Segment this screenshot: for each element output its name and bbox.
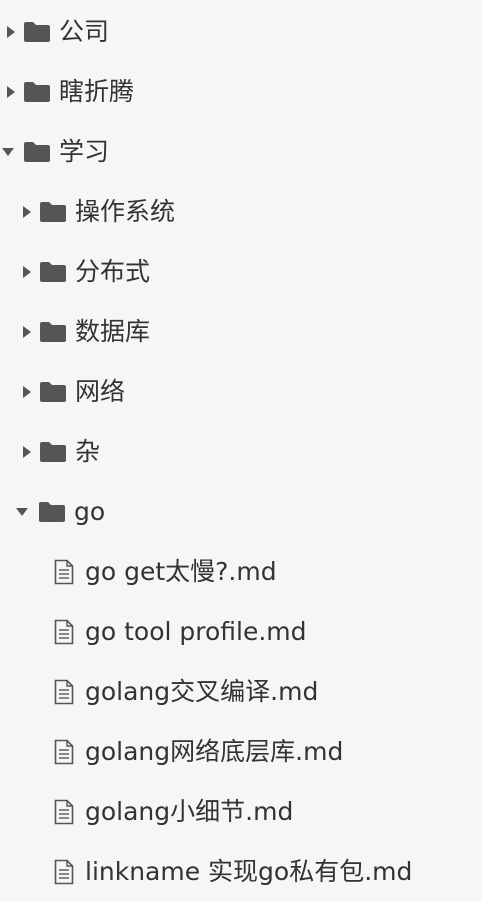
tree-item-label: 分布式 bbox=[75, 257, 151, 286]
file-icon bbox=[53, 798, 75, 826]
tree-item-company[interactable]: 公司 bbox=[0, 2, 482, 62]
tree-item-operating-systems[interactable]: 操作系统 bbox=[0, 182, 482, 242]
file-item-label: golang小细节.md bbox=[85, 797, 294, 826]
caret-right-icon[interactable] bbox=[20, 385, 34, 399]
file-item-label: go tool profile.md bbox=[85, 617, 307, 646]
folder-icon bbox=[39, 382, 67, 402]
tree-item-label: go bbox=[74, 497, 106, 526]
folder-icon bbox=[23, 142, 51, 162]
folder-icon bbox=[39, 202, 67, 222]
file-item[interactable]: golang小细节.md bbox=[0, 782, 482, 842]
file-item-label: go get太慢?.md bbox=[85, 557, 277, 586]
caret-right-icon[interactable] bbox=[20, 445, 34, 459]
folder-icon bbox=[39, 262, 67, 282]
folder-icon bbox=[38, 502, 66, 522]
file-icon bbox=[53, 618, 75, 646]
file-item[interactable]: golang交叉编译.md bbox=[0, 662, 482, 722]
tree-item-database[interactable]: 数据库 bbox=[0, 302, 482, 362]
folder-icon bbox=[39, 322, 67, 342]
tree-item-network[interactable]: 网络 bbox=[0, 362, 482, 422]
tree-item-label: 瞎折腾 bbox=[59, 77, 135, 106]
tree-item-label: 杂 bbox=[75, 437, 101, 466]
tree-item-label: 操作系统 bbox=[75, 197, 176, 226]
file-item[interactable]: go get太慢?.md bbox=[0, 542, 482, 602]
caret-right-icon[interactable] bbox=[20, 205, 34, 219]
tree-item-label: 网络 bbox=[75, 377, 126, 406]
file-item[interactable]: linkname 实现go私有包.md bbox=[0, 842, 482, 902]
file-icon bbox=[53, 678, 75, 706]
caret-right-icon[interactable] bbox=[20, 265, 34, 279]
file-icon bbox=[53, 858, 75, 886]
tree-item-label: 公司 bbox=[59, 17, 110, 46]
caret-down-icon[interactable] bbox=[0, 145, 16, 159]
folder-icon bbox=[23, 82, 51, 102]
tree-item-distributed[interactable]: 分布式 bbox=[0, 242, 482, 302]
caret-right-icon[interactable] bbox=[20, 325, 34, 339]
file-item[interactable]: golang网络底层库.md bbox=[0, 722, 482, 782]
tree-item-tinkering[interactable]: 瞎折腾 bbox=[0, 62, 482, 122]
folder-icon bbox=[23, 22, 51, 42]
file-item-label: golang网络底层库.md bbox=[85, 737, 344, 766]
tree-item-misc[interactable]: 杂 bbox=[0, 422, 482, 482]
caret-down-icon[interactable] bbox=[14, 505, 30, 519]
folder-icon bbox=[39, 442, 67, 462]
tree-item-go[interactable]: go bbox=[0, 482, 482, 542]
tree-item-label: 学习 bbox=[59, 137, 110, 166]
file-icon bbox=[53, 558, 75, 586]
file-icon bbox=[53, 738, 75, 766]
caret-right-icon[interactable] bbox=[4, 25, 18, 39]
file-item-label: linkname 实现go私有包.md bbox=[85, 857, 413, 886]
caret-right-icon[interactable] bbox=[4, 85, 18, 99]
tree-item-label: 数据库 bbox=[75, 317, 151, 346]
tree-item-study[interactable]: 学习 bbox=[0, 122, 482, 182]
file-item[interactable]: go tool profile.md bbox=[0, 602, 482, 662]
file-tree: 公司 瞎折腾 学习 操作系统 分布式 数据库 网络 杂 go go get太慢?… bbox=[0, 0, 482, 892]
file-item-label: golang交叉编译.md bbox=[85, 677, 319, 706]
